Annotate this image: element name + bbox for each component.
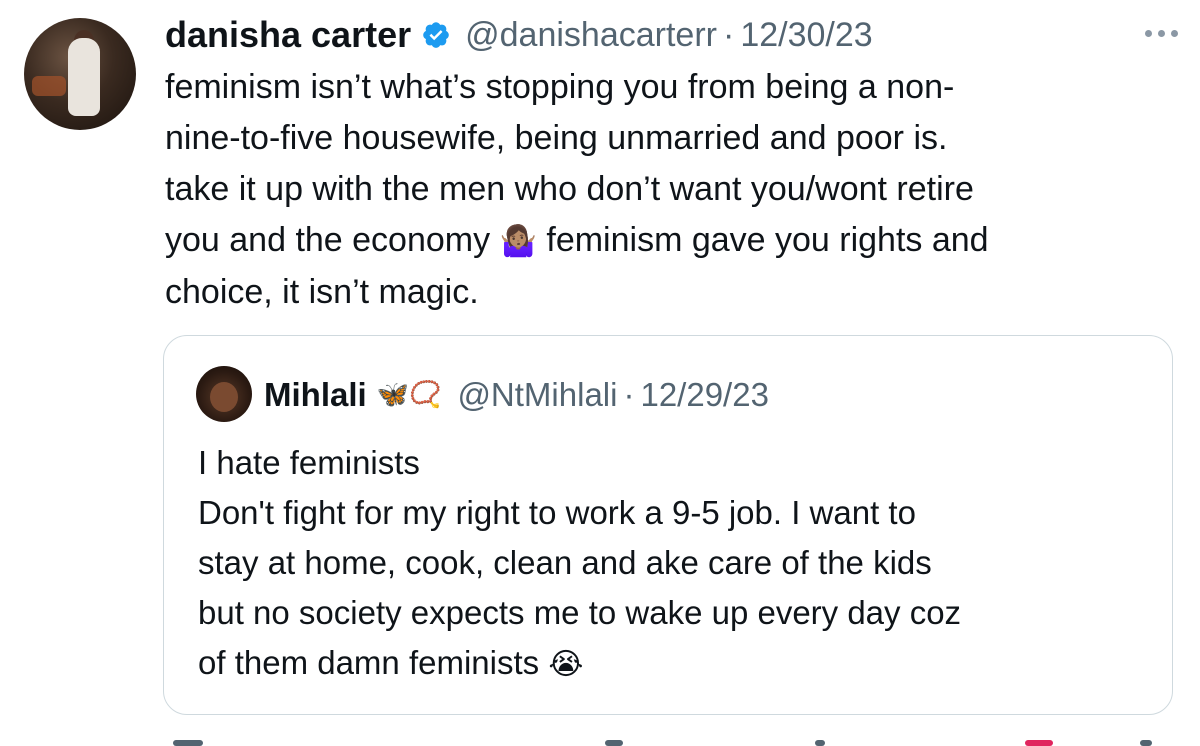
quoted-text-segment: of them damn feminists xyxy=(198,644,549,681)
action-bar xyxy=(165,736,1175,746)
quoted-tweet-text: I hate feminists Don't fight for my righ… xyxy=(198,438,1158,690)
quoted-tweet-header: Mihlali 🦋📿 @NtMihlali · 12/29/23 xyxy=(264,374,769,416)
tweet[interactable]: danisha carter @danishacarterr · 12/30/2… xyxy=(0,0,1200,746)
tweet-text-line: you and the economy 🤷🏽‍♀️ feminism gave … xyxy=(165,215,1175,267)
butterfly-beads-emoji-icon: 🦋📿 xyxy=(376,380,442,410)
quoted-tweet-date[interactable]: 12/29/23 xyxy=(640,376,768,414)
tweet-text-line: feminism isn’t what’s stopping you from … xyxy=(165,68,955,106)
verified-badge-icon xyxy=(423,22,449,48)
retweet-icon[interactable] xyxy=(605,740,623,746)
tweet-text-line: take it up with the men who don’t want y… xyxy=(165,170,974,208)
avatar-background-light xyxy=(32,76,66,96)
tweet-text-segment: you and the economy xyxy=(165,221,500,259)
more-options-icon[interactable] xyxy=(1145,30,1178,37)
tweet-text-segment: feminism gave you rights and xyxy=(536,221,989,259)
share-icon[interactable] xyxy=(1140,740,1152,746)
avatar-face xyxy=(210,382,238,412)
quoted-tweet[interactable]: Mihlali 🦋📿 @NtMihlali · 12/29/23 I hate … xyxy=(163,335,1173,715)
author-handle[interactable]: @danishacarterr xyxy=(465,16,717,55)
crying-emoji-icon: 😭 xyxy=(548,647,584,682)
reply-icon[interactable] xyxy=(173,740,203,746)
quoted-text-line: Don't fight for my right to work a 9-5 j… xyxy=(198,494,916,531)
quoted-author-avatar[interactable] xyxy=(196,366,252,422)
like-icon[interactable] xyxy=(815,740,825,746)
quoted-author-handle[interactable]: @NtMihlali xyxy=(457,376,617,414)
avatar-figure xyxy=(68,38,100,116)
quoted-text-line: I hate feminists xyxy=(198,444,420,481)
tweet-text-line: choice, it isn’t magic. xyxy=(165,273,479,311)
quoted-text-line: of them damn feminists 😭 xyxy=(198,638,1158,690)
views-icon[interactable] xyxy=(1025,740,1053,746)
header-separator: · xyxy=(722,15,735,54)
tweet-date[interactable]: 12/30/23 xyxy=(740,16,872,55)
tweet-header: danisha carter @danishacarterr · 12/30/2… xyxy=(165,12,873,58)
quoted-text-line: stay at home, cook, clean and ake care o… xyxy=(198,544,932,581)
author-name[interactable]: danisha carter xyxy=(165,14,411,56)
shrug-emoji-icon: 🤷🏽‍♀️ xyxy=(499,224,537,259)
quoted-author-name[interactable]: Mihlali xyxy=(264,376,367,414)
author-avatar[interactable] xyxy=(24,18,136,130)
header-separator: · xyxy=(623,376,635,413)
quoted-text-line: but no society expects me to wake up eve… xyxy=(198,594,962,631)
tweet-text: feminism isn’t what’s stopping you from … xyxy=(165,62,1175,318)
tweet-text-line: nine-to-five housewife, being unmarried … xyxy=(165,119,948,157)
